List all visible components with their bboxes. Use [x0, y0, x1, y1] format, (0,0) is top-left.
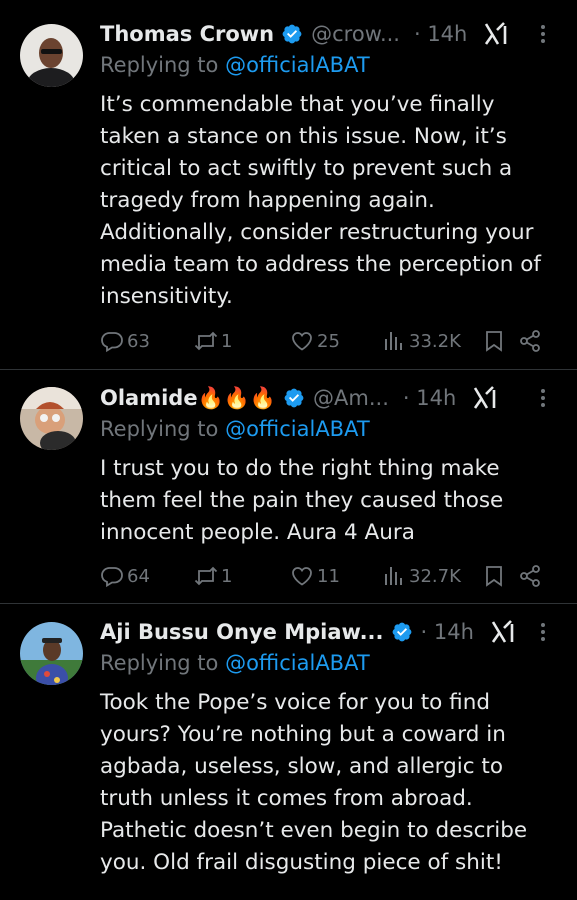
- tweet-text: I trust you to do the right thing make t…: [100, 456, 504, 545]
- reply-icon: [100, 329, 124, 353]
- timestamp[interactable]: · 14h: [403, 386, 456, 410]
- tweet-olamide[interactable]: Olamide🔥🔥🔥 @Am... · 14h Replying to @off…: [0, 370, 577, 604]
- replying-to-label: Replying to: [100, 417, 226, 441]
- replying-to-link[interactable]: @officialABAT: [225, 417, 370, 441]
- repost-icon: [194, 329, 218, 353]
- more-options-icon[interactable]: [531, 383, 555, 413]
- tweet-header: Aji Bussu Onye Mpiaw... · 14h: [100, 617, 559, 647]
- repost-count: 1: [221, 565, 233, 587]
- like-count: 11: [317, 565, 340, 587]
- tweet-aji-bussu[interactable]: Aji Bussu Onye Mpiaw... · 14h Replying t…: [0, 604, 577, 900]
- view-count: 33.2K: [409, 330, 461, 352]
- share-button[interactable]: [518, 564, 542, 588]
- views-button[interactable]: 33.2K: [382, 329, 482, 353]
- share-icon: [518, 329, 542, 353]
- view-count: 32.7K: [409, 565, 461, 587]
- like-button[interactable]: 25: [290, 329, 382, 353]
- bookmark-icon: [482, 564, 506, 588]
- reply-button[interactable]: 63: [100, 329, 194, 353]
- tweet-text: Took the Pope’s voice for you to find yo…: [100, 690, 528, 875]
- reply-count: 64: [127, 565, 150, 587]
- author-handle[interactable]: @crow...: [311, 22, 400, 46]
- reply-count: 63: [127, 330, 150, 352]
- bookmark-button[interactable]: [482, 329, 518, 353]
- tweet-thomas-crown[interactable]: Thomas Crown @crow... · 14h Replying to …: [0, 0, 577, 370]
- like-button[interactable]: 11: [290, 564, 382, 588]
- like-count: 25: [317, 330, 340, 352]
- tweet-text: It’s commendable that you’ve finally tak…: [100, 92, 541, 309]
- repost-count: 1: [221, 330, 233, 352]
- repost-button[interactable]: 1: [194, 564, 290, 588]
- timestamp[interactable]: · 14h: [421, 620, 474, 644]
- like-icon: [290, 329, 314, 353]
- author-name[interactable]: Thomas Crown: [100, 22, 274, 46]
- views-icon: [382, 329, 406, 353]
- reply-feed: Thomas Crown @crow... · 14h Replying to …: [0, 0, 577, 900]
- views-button[interactable]: 32.7K: [382, 564, 482, 588]
- author-name[interactable]: Olamide🔥🔥🔥: [100, 386, 276, 411]
- avatar[interactable]: [20, 622, 83, 685]
- share-button[interactable]: [518, 329, 542, 353]
- grok-icon[interactable]: [483, 21, 509, 47]
- grok-icon[interactable]: [472, 385, 498, 411]
- verified-badge-icon: [283, 387, 305, 409]
- replying-to-link[interactable]: @officialABAT: [225, 651, 370, 675]
- reply-icon: [100, 564, 124, 588]
- repost-button[interactable]: 1: [194, 329, 290, 353]
- timestamp[interactable]: · 14h: [414, 22, 467, 46]
- tweet-header: Thomas Crown @crow... · 14h: [100, 19, 559, 49]
- more-options-icon[interactable]: [531, 617, 555, 647]
- like-icon: [290, 564, 314, 588]
- author-handle[interactable]: @Am...: [313, 386, 389, 410]
- replying-to: Replying to @officialABAT: [100, 651, 559, 681]
- verified-badge-icon: [281, 23, 303, 45]
- replying-to: Replying to @officialABAT: [100, 53, 559, 83]
- reply-button[interactable]: 64: [100, 564, 194, 588]
- replying-to: Replying to @officialABAT: [100, 417, 559, 447]
- views-icon: [382, 564, 406, 588]
- repost-icon: [194, 564, 218, 588]
- replying-to-label: Replying to: [100, 53, 226, 77]
- avatar[interactable]: [20, 387, 83, 450]
- verified-badge-icon: [391, 621, 413, 643]
- avatar[interactable]: [20, 24, 83, 87]
- tweet-header: Olamide🔥🔥🔥 @Am... · 14h: [100, 383, 559, 413]
- replying-to-label: Replying to: [100, 651, 226, 675]
- share-icon: [518, 564, 542, 588]
- grok-icon[interactable]: [490, 619, 516, 645]
- more-options-icon[interactable]: [531, 19, 555, 49]
- replying-to-link[interactable]: @officialABAT: [225, 53, 370, 77]
- bookmark-icon: [482, 329, 506, 353]
- bookmark-button[interactable]: [482, 564, 518, 588]
- author-name[interactable]: Aji Bussu Onye Mpiaw...: [100, 620, 384, 644]
